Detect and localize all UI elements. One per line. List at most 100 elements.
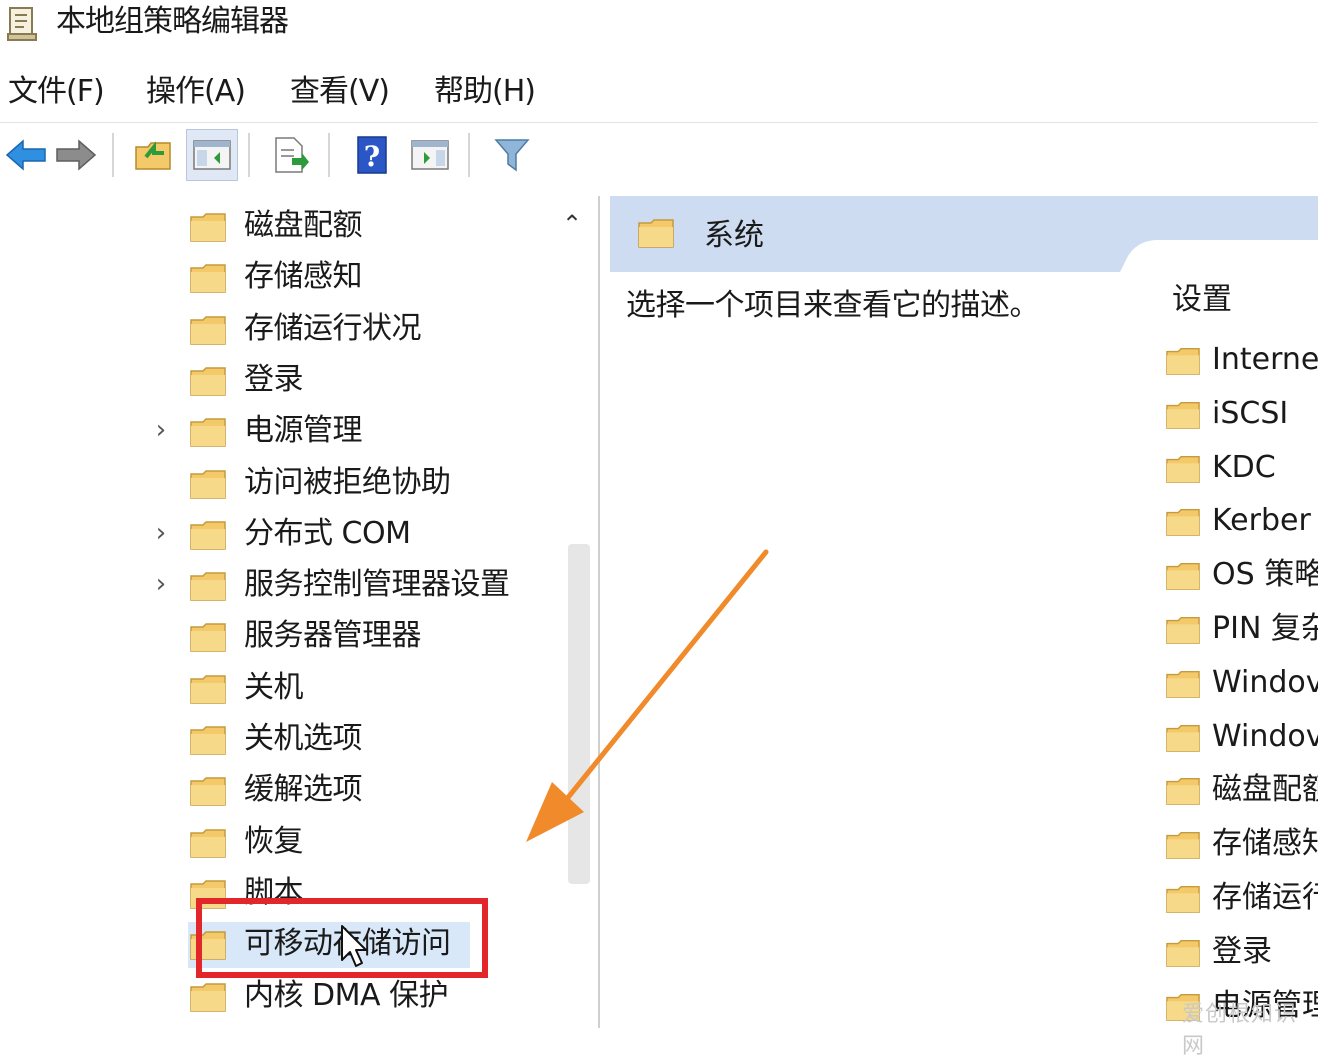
up-folder-button[interactable] bbox=[128, 129, 180, 181]
folder-icon bbox=[190, 213, 226, 242]
help-button[interactable]: ? bbox=[346, 129, 398, 181]
folder-icon bbox=[190, 674, 226, 704]
folder-icon bbox=[190, 828, 226, 858]
title-bar: 本地组策略编辑器 bbox=[0, 0, 1318, 52]
settings-list-item[interactable]: Windov bbox=[1166, 713, 1318, 767]
folder-icon bbox=[1166, 509, 1200, 537]
action-pane-button[interactable] bbox=[404, 129, 456, 181]
menu-bar: 文件(F) 操作(A) 查看(V) 帮助(H) bbox=[0, 60, 1318, 120]
scroll-up-icon[interactable]: ⌃ bbox=[562, 210, 582, 238]
scroll-thumb[interactable] bbox=[568, 544, 590, 884]
tree-item-label: 存储运行状况 bbox=[244, 310, 422, 346]
settings-list-item[interactable]: 磁盘配额 bbox=[1166, 766, 1318, 820]
settings-list-item[interactable]: iSCSI bbox=[1166, 390, 1318, 444]
details-pane: 系统 选择一个项目来查看它的描述。 设置 Interne iSCSI KDC Kerb… bbox=[610, 196, 1318, 1028]
settings-item-label: 磁盘配额 bbox=[1212, 772, 1318, 808]
folder-icon bbox=[190, 982, 226, 1012]
tree-item[interactable]: › 分布式 COM bbox=[0, 510, 560, 560]
folder-icon bbox=[190, 521, 226, 550]
folder-icon bbox=[190, 264, 226, 294]
folder-icon bbox=[1166, 348, 1200, 375]
tree-item[interactable]: 存储感知 bbox=[0, 253, 560, 303]
tree-item[interactable]: › 服务控制管理器设置 bbox=[0, 561, 560, 611]
settings-item-label: Windov bbox=[1212, 718, 1318, 754]
tree-item[interactable]: 登录 bbox=[0, 356, 560, 406]
column-header-settings[interactable]: 设置 bbox=[1172, 280, 1232, 320]
menu-action[interactable]: 操作(A) bbox=[146, 72, 246, 112]
folder-icon bbox=[1166, 939, 1200, 967]
tree-item[interactable]: 存储运行状况 bbox=[0, 305, 560, 355]
folder-icon bbox=[190, 367, 226, 396]
help-icon: ? bbox=[357, 136, 387, 174]
settings-item-label: Windov bbox=[1212, 664, 1318, 700]
settings-list-item[interactable]: Kerber bbox=[1166, 497, 1318, 551]
menu-view[interactable]: 查看(V) bbox=[290, 72, 390, 112]
tree-item[interactable]: 关机选项 bbox=[0, 715, 560, 765]
settings-list-item[interactable]: 存储感知 bbox=[1166, 820, 1318, 874]
tree-item-label: 恢复 bbox=[244, 823, 304, 859]
tree-item[interactable]: 关机 bbox=[0, 664, 560, 714]
details-header: 系统 bbox=[610, 196, 1318, 272]
details-header-title: 系统 bbox=[704, 218, 764, 253]
settings-item-label: KDC bbox=[1212, 449, 1276, 485]
tree-item-label: 存储感知 bbox=[244, 259, 363, 295]
folder-icon bbox=[1166, 401, 1200, 429]
tree-item[interactable]: › 电源管理 bbox=[0, 407, 560, 457]
folder-icon bbox=[190, 572, 226, 601]
settings-list-item[interactable]: 存储运行 bbox=[1166, 874, 1318, 928]
folder-icon bbox=[638, 219, 674, 248]
folder-icon bbox=[1166, 455, 1200, 483]
export-list-icon bbox=[275, 137, 309, 173]
folder-icon bbox=[190, 418, 226, 447]
folder-icon bbox=[1166, 886, 1200, 913]
folder-icon bbox=[1166, 617, 1200, 644]
tree-item-label: 访问被拒绝协助 bbox=[244, 464, 451, 500]
folder-icon bbox=[190, 469, 226, 499]
menu-file[interactable]: 文件(F) bbox=[8, 72, 105, 112]
settings-item-label: 登录 bbox=[1212, 933, 1272, 969]
tree-item-label: 关机选项 bbox=[244, 721, 363, 756]
window-title: 本地组策略编辑器 bbox=[56, 4, 289, 39]
tree-item[interactable]: 恢复 bbox=[0, 818, 560, 868]
show-hide-tree-button[interactable] bbox=[186, 129, 238, 181]
back-arrow-icon bbox=[5, 139, 46, 171]
tree-item[interactable]: 缓解选项 bbox=[0, 766, 560, 816]
settings-list-item[interactable]: Windov bbox=[1166, 659, 1318, 713]
toolbar: ? bbox=[0, 122, 1318, 187]
filter-icon bbox=[494, 139, 530, 172]
settings-list-item[interactable]: 登录 bbox=[1166, 928, 1318, 982]
forward-button[interactable] bbox=[50, 129, 102, 181]
settings-list-item[interactable]: PIN 复杂 bbox=[1166, 605, 1318, 659]
settings-list-item[interactable]: OS 策略 bbox=[1166, 551, 1318, 605]
expand-chevron-icon[interactable]: › bbox=[150, 415, 172, 445]
tree-item-label: 电源管理 bbox=[244, 413, 363, 449]
tree-item-label: 分布式 COM bbox=[244, 515, 411, 551]
expand-chevron-icon[interactable]: › bbox=[150, 569, 172, 599]
toolbar-separator bbox=[468, 133, 470, 177]
folder-icon bbox=[190, 623, 226, 653]
folder-up-icon bbox=[135, 141, 171, 170]
tree-item-label: 服务控制管理器设置 bbox=[244, 567, 510, 603]
settings-item-label: OS 策略 bbox=[1212, 557, 1318, 593]
folder-icon bbox=[1166, 563, 1200, 591]
filter-button[interactable] bbox=[486, 129, 538, 181]
mouse-cursor-icon bbox=[341, 925, 367, 967]
toolbar-separator bbox=[248, 133, 250, 177]
settings-list-item[interactable]: KDC bbox=[1166, 444, 1318, 498]
tree-item[interactable]: 访问被拒绝协助 bbox=[0, 459, 560, 509]
tree-item-label: 登录 bbox=[244, 361, 304, 397]
folder-icon bbox=[1166, 724, 1200, 752]
settings-item-label: Interne bbox=[1212, 342, 1318, 377]
tree-item[interactable]: 服务器管理器 bbox=[0, 612, 560, 662]
export-list-button[interactable] bbox=[264, 129, 316, 181]
settings-list-item[interactable]: Interne bbox=[1166, 336, 1318, 390]
tree-item[interactable]: 内核 DMA 保护 bbox=[0, 972, 560, 1022]
back-button[interactable] bbox=[0, 129, 52, 181]
expand-chevron-icon[interactable]: › bbox=[150, 518, 172, 548]
description-text: 选择一个项目来查看它的描述。 bbox=[626, 288, 1040, 323]
tree-item-label: 磁盘配额 bbox=[244, 208, 363, 243]
tree-item-label: 服务器管理器 bbox=[244, 618, 422, 654]
tree-item[interactable]: 磁盘配额 bbox=[0, 202, 560, 252]
menu-help[interactable]: 帮助(H) bbox=[434, 72, 536, 112]
svg-text:?: ? bbox=[364, 140, 380, 173]
